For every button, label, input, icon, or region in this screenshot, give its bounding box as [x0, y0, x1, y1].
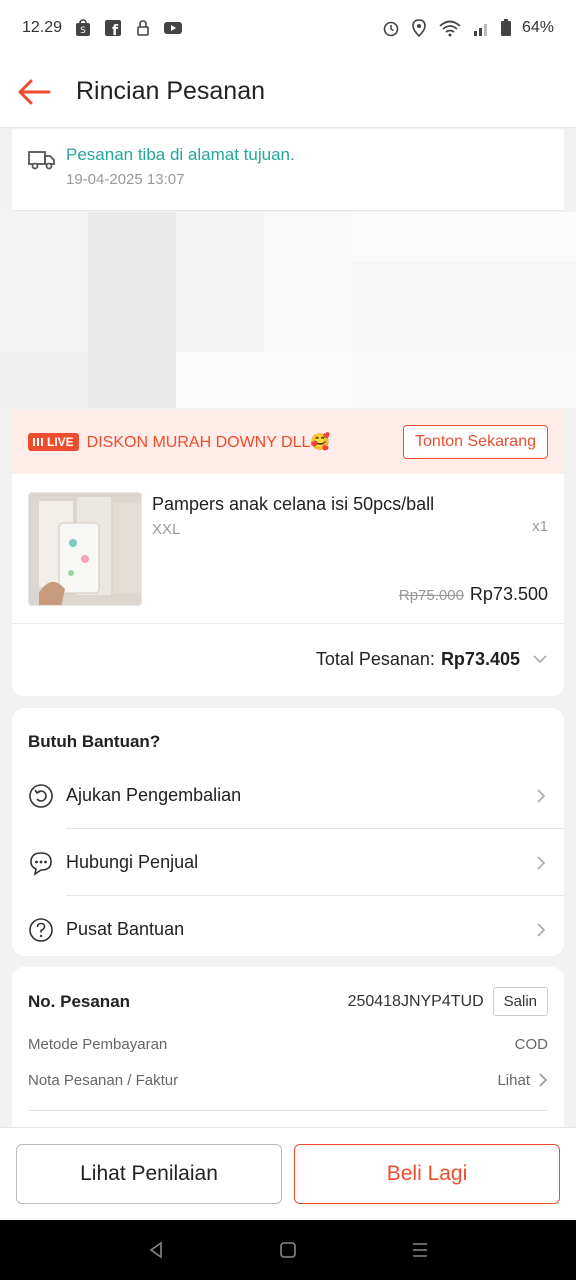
- app-bar: Rincian Pesanan: [0, 56, 576, 128]
- live-badge: LIVE: [28, 433, 79, 451]
- nav-home-icon[interactable]: [278, 1240, 298, 1260]
- battery-icon: [500, 19, 511, 36]
- arrow-left-icon: [18, 79, 51, 104]
- nav-back-icon[interactable]: [146, 1240, 166, 1260]
- chat-icon: [30, 851, 52, 876]
- help-center-item[interactable]: Pusat Bantuan: [12, 896, 564, 963]
- payment-method-value: COD: [514, 1035, 548, 1053]
- signal-icon: [473, 24, 487, 36]
- live-banner[interactable]: LIVE DISKON MURAH DOWNY DLL🥰 Tonton Seka…: [12, 410, 564, 474]
- product-name: Pampers anak celana isi 50pcs/ball: [152, 494, 435, 514]
- order-total[interactable]: Total Pesanan: Rp73.405: [12, 624, 564, 694]
- order-number: 250418JNYP4TUD: [347, 992, 484, 1010]
- wifi-icon: [439, 20, 461, 37]
- payment-method-label: Metode Pembayaran: [28, 1035, 168, 1053]
- order-total-label: Total Pesanan:: [315, 648, 435, 669]
- payment-method-row: Metode Pembayaran COD: [12, 1026, 564, 1062]
- chevron-right-icon: [537, 855, 546, 870]
- return-request-item[interactable]: Ajukan Pengembalian: [12, 762, 564, 829]
- product-quantity: x1: [532, 518, 548, 535]
- contact-seller-item[interactable]: Hubungi Penjual: [12, 829, 564, 896]
- live-bars-icon: [33, 438, 43, 446]
- svg-text:f: f: [112, 23, 119, 37]
- help-card: Butuh Bantuan? Ajukan Pengembalian Hubun…: [12, 708, 564, 956]
- chevron-right-icon: [539, 1073, 548, 1087]
- system-nav-bar: [0, 1220, 576, 1280]
- lock-notification-icon: [137, 20, 149, 36]
- product-image: [28, 492, 142, 606]
- live-title: DISKON MURAH DOWNY DLL🥰: [86, 434, 331, 451]
- buy-again-button[interactable]: Beli Lagi: [294, 1143, 560, 1204]
- status-bar: 12.29 S f 64%: [0, 0, 576, 56]
- product-price: Rp73.500: [469, 584, 548, 604]
- alarm-icon: [383, 21, 399, 37]
- divider: [28, 1110, 548, 1111]
- nav-menu-icon[interactable]: [410, 1240, 430, 1260]
- page-title: Rincian Pesanan: [76, 77, 266, 105]
- return-icon: [29, 783, 53, 808]
- order-item-card: LIVE DISKON MURAH DOWNY DLL🥰 Tonton Seka…: [12, 410, 564, 696]
- delivery-status-text: Pesanan tiba di alamat tujuan.: [66, 145, 295, 164]
- help-icon: [29, 917, 53, 942]
- watch-now-button[interactable]: Tonton Sekarang: [403, 425, 548, 459]
- view-review-button[interactable]: Lihat Penilaian: [16, 1143, 282, 1204]
- product-item[interactable]: Pampers anak celana isi 50pcs/ball XXL x…: [12, 474, 564, 624]
- chevron-right-icon: [537, 922, 546, 937]
- invoice-label: Nota Pesanan / Faktur: [28, 1071, 179, 1089]
- invoice-link[interactable]: Lihat: [497, 1072, 530, 1089]
- status-time: 12.29: [22, 19, 63, 36]
- help-center-label: Pusat Bantuan: [66, 919, 185, 939]
- help-title: Butuh Bantuan?: [28, 732, 161, 751]
- product-variant: XXL: [152, 521, 181, 538]
- bottom-action-bar: Lihat Penilaian Beli Lagi: [0, 1127, 576, 1219]
- order-number-label: No. Pesanan: [28, 991, 131, 1011]
- blurred-address-area: [0, 212, 576, 408]
- shopee-notification-icon: S: [76, 19, 91, 36]
- delivery-datetime: 19-04-2025 13:07: [66, 171, 185, 188]
- product-original-price: Rp75.000: [398, 587, 464, 604]
- invoice-row[interactable]: Nota Pesanan / Faktur Lihat: [12, 1062, 564, 1098]
- location-icon: [412, 19, 426, 37]
- order-info-card: No. Pesanan 250418JNYP4TUD Salin Metode …: [12, 967, 564, 1137]
- back-button[interactable]: [16, 74, 52, 110]
- svg-text:S: S: [80, 26, 86, 36]
- contact-seller-label: Hubungi Penjual: [66, 852, 199, 872]
- chevron-down-icon: [533, 655, 547, 664]
- copy-button[interactable]: Salin: [492, 987, 548, 1016]
- delivery-status[interactable]: Pesanan tiba di alamat tujuan. 19-04-202…: [12, 129, 564, 211]
- battery-percent: 64%: [521, 19, 554, 36]
- truck-icon: [28, 151, 55, 170]
- order-total-value: Rp73.405: [440, 648, 520, 669]
- chevron-right-icon: [537, 788, 546, 803]
- facebook-notification-icon: f: [105, 20, 122, 37]
- youtube-notification-icon: [164, 22, 183, 34]
- return-request-label: Ajukan Pengembalian: [66, 785, 242, 805]
